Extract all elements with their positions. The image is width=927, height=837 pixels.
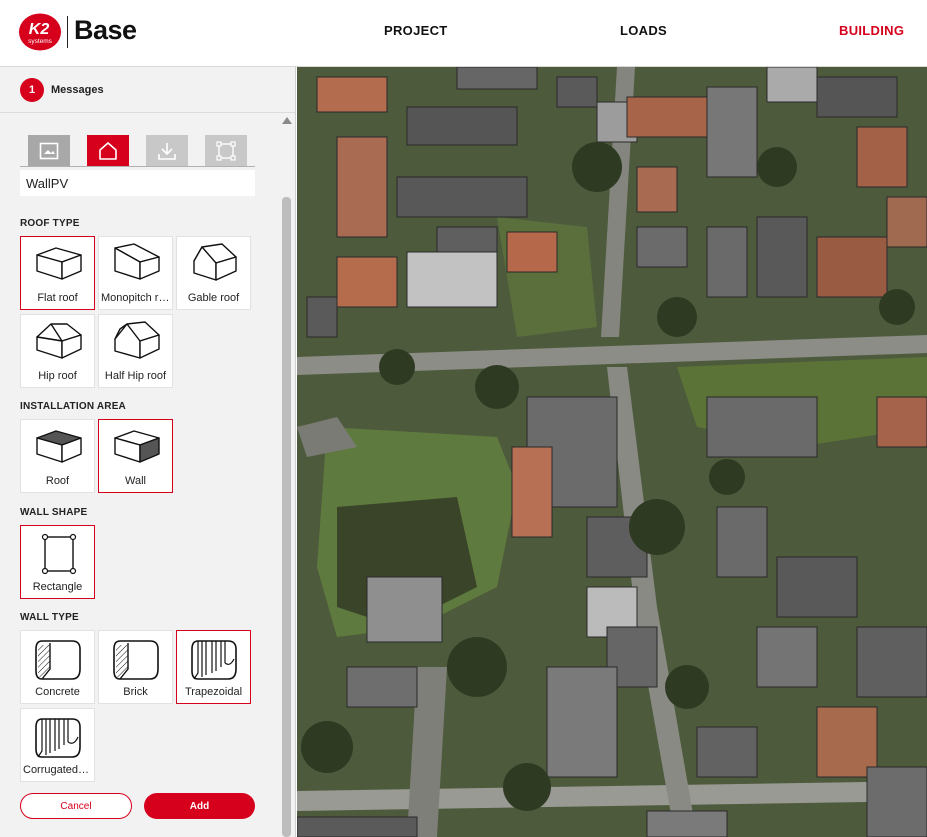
home-icon	[99, 141, 117, 160]
nav-building[interactable]: BUILDING	[839, 23, 904, 38]
roof-option-hip[interactable]: Hip roof	[20, 314, 95, 388]
cancel-button[interactable]: Cancel	[20, 793, 132, 819]
wall-type-option-brick[interactable]: Brick	[98, 630, 173, 704]
roof-option-half-hip[interactable]: Half Hip roof	[98, 314, 173, 388]
app-header: K2 systems Base PROJECT LOADS BUILDING	[0, 0, 927, 67]
gable-roof-icon	[193, 243, 237, 281]
half-hip-roof-icon	[114, 321, 160, 359]
installation-option-roof[interactable]: Roof	[20, 419, 95, 493]
wall-area-icon	[114, 430, 160, 463]
wall-type-option-label: Corrugated sheet	[23, 764, 94, 776]
roof-option-gable[interactable]: Gable roof	[176, 236, 251, 310]
wall-shape-option-label: Rectangle	[32, 581, 83, 593]
satellite-map[interactable]	[297, 67, 927, 837]
roof-option-label: Hip roof	[38, 370, 77, 382]
roof-option-flat[interactable]: Flat roof	[20, 236, 95, 310]
scrollbar-thumb[interactable]	[282, 197, 291, 837]
wall-shape-title: WALL SHAPE	[20, 507, 88, 518]
tab-image[interactable]	[28, 135, 70, 166]
brand-subtitle: systems	[28, 38, 53, 45]
satellite-imagery[interactable]	[297, 67, 927, 837]
k2-logo-icon[interactable]: K2 systems	[18, 13, 62, 51]
tab-area[interactable]	[205, 135, 247, 166]
rectangle-shape-icon	[41, 533, 77, 575]
installation-option-wall[interactable]: Wall	[98, 419, 173, 493]
messages-count-badge: 1	[20, 77, 44, 102]
corrugated-wall-icon	[35, 718, 81, 758]
installation-area-title: INSTALLATION AREA	[20, 401, 126, 412]
messages-bar[interactable]: 1 Messages	[0, 67, 295, 113]
messages-label: Messages	[51, 83, 104, 96]
concrete-wall-icon	[35, 640, 81, 680]
wall-type-option-label: Trapezoidal	[184, 686, 243, 698]
tab-building[interactable]	[87, 135, 129, 166]
wall-shape-option-rectangle[interactable]: Rectangle	[20, 525, 95, 599]
frame-corners-icon	[216, 140, 236, 161]
hip-roof-icon	[36, 323, 82, 359]
roof-option-label: Half Hip roof	[104, 370, 167, 382]
download-icon	[158, 142, 176, 160]
monopitch-roof-icon	[114, 243, 160, 280]
sidebar-tabs	[20, 135, 255, 167]
wall-type-option-trapezoidal[interactable]: Trapezoidal	[176, 630, 251, 704]
roof-option-label: Monopitch roof	[101, 292, 172, 304]
scroll-up-arrow-icon[interactable]	[282, 117, 292, 124]
roof-area-icon	[36, 430, 82, 463]
image-icon	[39, 142, 59, 159]
wall-type-title: WALL TYPE	[20, 612, 79, 623]
roof-type-title: ROOF TYPE	[20, 218, 80, 229]
tab-export[interactable]	[146, 135, 188, 166]
building-name-input[interactable]	[20, 170, 255, 196]
brand-mark: K2	[29, 21, 50, 38]
add-button[interactable]: Add	[144, 793, 255, 819]
app-title: Base	[74, 15, 137, 45]
wall-type-option-label: Concrete	[35, 686, 80, 698]
wall-type-option-concrete[interactable]: Concrete	[20, 630, 95, 704]
wall-type-option-label: Brick	[123, 686, 148, 698]
roof-option-monopitch[interactable]: Monopitch roof	[98, 236, 173, 310]
sidebar-scrollbar[interactable]	[281, 117, 293, 837]
roof-option-label: Gable roof	[187, 292, 240, 304]
brick-wall-icon	[113, 640, 159, 680]
flat-roof-icon	[36, 247, 82, 280]
trapezoidal-wall-icon	[191, 640, 237, 680]
installation-option-label: Wall	[125, 475, 146, 487]
nav-loads[interactable]: LOADS	[620, 23, 667, 38]
roof-option-label: Flat roof	[37, 292, 78, 304]
building-sidebar: 1 Messages ROOF TYPE Flat roof Monopitch…	[0, 67, 296, 837]
logo-divider	[67, 16, 68, 48]
installation-option-label: Roof	[45, 475, 70, 487]
nav-project[interactable]: PROJECT	[384, 23, 448, 38]
wall-type-option-corrugated[interactable]: Corrugated sheet	[20, 708, 95, 782]
